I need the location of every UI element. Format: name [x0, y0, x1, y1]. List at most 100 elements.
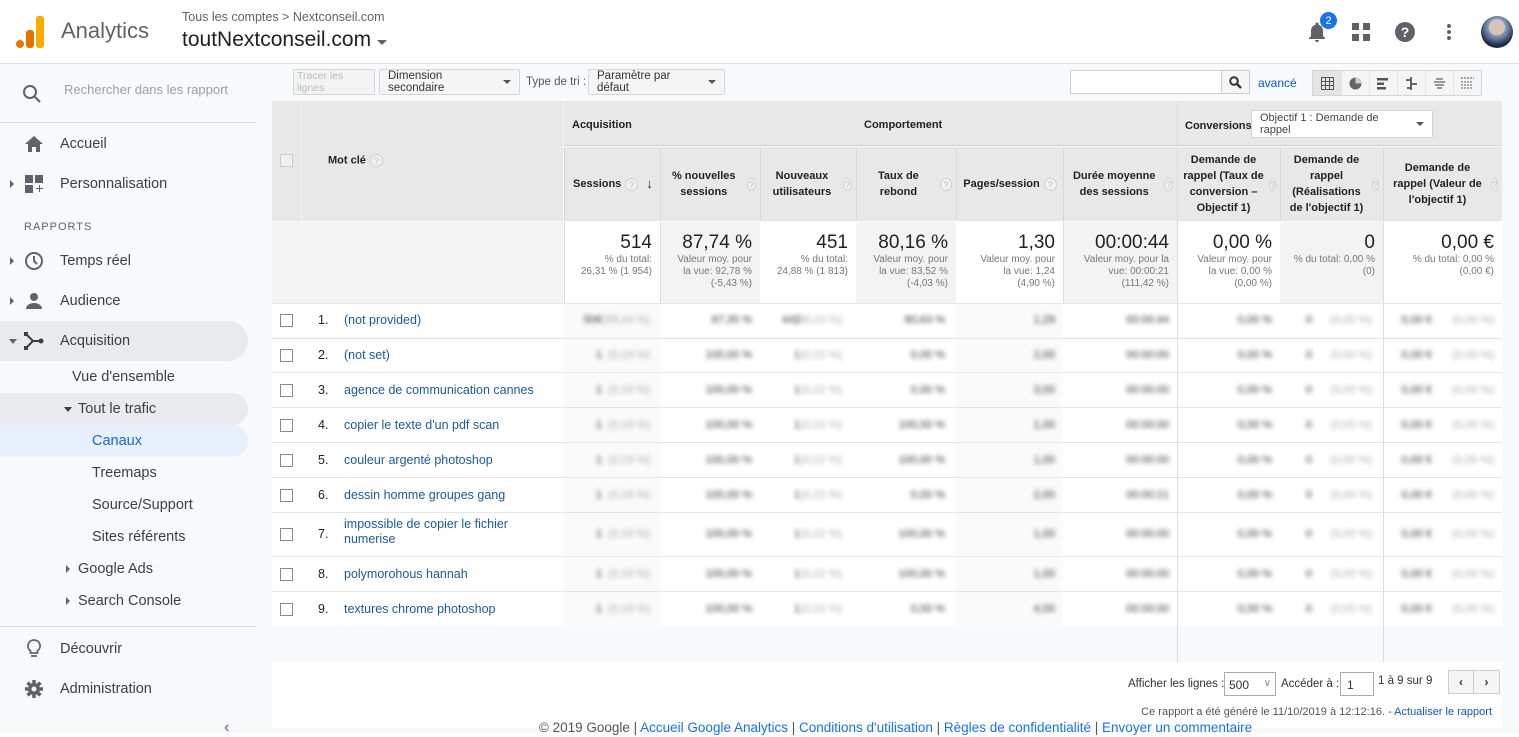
help-tooltip-icon[interactable]: ? [842, 177, 852, 191]
keyword-link[interactable]: textures chrome photoshop [344, 602, 554, 617]
help-button[interactable]: ? [1393, 20, 1417, 44]
help-tooltip-icon[interactable]: ? [625, 177, 639, 191]
keyword-link[interactable]: impossible de copier le fichier numerise [344, 517, 554, 547]
row-checkbox[interactable] [280, 528, 293, 541]
collapse-sidebar-chevron-icon[interactable]: ‹ [224, 719, 229, 737]
help-tooltip-icon[interactable]: ? [1043, 177, 1057, 191]
sidebar-item-sites-referents[interactable]: Sites référents [0, 521, 248, 553]
secondary-dimension-dropdown[interactable]: Dimension secondaire [379, 69, 520, 95]
keyword-link[interactable]: dessin homme groupes gang [344, 488, 554, 503]
row-checkbox[interactable] [280, 383, 293, 397]
sidebar-item-administration[interactable]: Administration [0, 669, 248, 709]
table-row: 4. copier le texte d'un pdf scan 1 (0,19 %)… [272, 407, 1502, 442]
column-header-new-users[interactable]: Nouveaux utilisateurs? [760, 147, 856, 221]
total-bounce-rate: 80,16 % Valeur moy. pour la vue: 83,52 % (-… [856, 222, 956, 303]
sidebar-item-google-ads[interactable]: Google Ads [0, 553, 248, 585]
sidebar-item-source-support[interactable]: Source/Support [0, 489, 248, 521]
plot-rows-button[interactable]: Tracer les lignes [293, 69, 375, 95]
performance-view-button[interactable] [1369, 71, 1397, 95]
help-tooltip-icon[interactable]: ? [746, 177, 756, 191]
keyword-link[interactable]: (not provided) [344, 313, 554, 328]
help-tooltip-icon[interactable]: ? [1490, 177, 1498, 191]
keyword-link[interactable]: couleur argenté photoshop [344, 453, 554, 468]
help-tooltip-icon[interactable]: ? [1371, 177, 1379, 191]
report-search-input[interactable] [64, 82, 244, 97]
column-header-pages-per-session[interactable]: Pages/session? [956, 147, 1063, 221]
row-checkbox[interactable] [280, 567, 293, 581]
avatar[interactable] [1481, 16, 1513, 48]
blurred-cell-value: (0,00 %) [1452, 349, 1494, 361]
advanced-filter-link[interactable]: avancé [1258, 76, 1297, 90]
column-header-goal-completions[interactable]: Demande de rappel (Réalisations de l'obj… [1280, 147, 1383, 221]
more-options-button[interactable] [1437, 20, 1461, 44]
sidebar-item-accueil[interactable]: Accueil [0, 124, 248, 164]
help-tooltip-icon[interactable]: ? [939, 177, 952, 191]
sidebar-item-canaux[interactable]: Canaux [0, 425, 248, 457]
blurred-cell-value: 100,00 % [705, 349, 752, 361]
keyword-link[interactable]: agence de communication cannes [344, 383, 554, 398]
keyword-link[interactable]: copier le texte d'un pdf scan [344, 418, 554, 433]
sidebar-item-personnalisation[interactable]: Personnalisation [0, 164, 248, 204]
next-page-button[interactable]: › [1474, 670, 1500, 694]
row-checkbox[interactable] [280, 349, 293, 362]
total-goal-value: 0,00 €% du total: 0,00 % (0,00 €) [1383, 222, 1502, 303]
column-header-pct-new-sessions[interactable]: % nouvelles sessions? [660, 147, 760, 221]
blurred-cell-value: (0,22 %) [800, 602, 842, 615]
sidebar-item-audience[interactable]: Audience [0, 281, 248, 321]
apps-button[interactable] [1349, 20, 1373, 44]
row-checkbox[interactable] [280, 488, 293, 502]
column-header-sessions[interactable]: Sessions? ↓ [564, 147, 660, 221]
table-view-button[interactable] [1313, 71, 1341, 95]
select-all-checkbox[interactable] [280, 154, 293, 167]
row-checkbox[interactable] [280, 602, 293, 616]
blurred-cell-value: (0,00 %) [1452, 383, 1494, 396]
sort-type-dropdown[interactable]: Paramètre par défaut [588, 69, 725, 95]
pie-view-button[interactable] [1341, 71, 1369, 95]
blurred-cell-value: 100,00 % [705, 418, 752, 431]
dimension-header[interactable]: Mot clé? [302, 101, 564, 221]
sidebar-item-decouvrir[interactable]: Découvrir [0, 629, 248, 669]
goto-page-input[interactable]: 1 [1340, 672, 1374, 696]
column-header-avg-session-duration[interactable]: Durée moyenne des sessions? [1063, 147, 1177, 221]
keyword-link[interactable]: polymorohous hannah [344, 567, 554, 582]
account-selector[interactable]: toutNextconseil.com [182, 28, 388, 52]
breadcrumb[interactable]: Tous les comptes > Nextconseil.com [182, 10, 385, 24]
row-checkbox[interactable] [280, 453, 293, 467]
term-cloud-view-button[interactable] [1425, 71, 1453, 95]
help-tooltip-icon[interactable]: ? [369, 154, 383, 167]
total-subtext: (0) [1362, 266, 1375, 277]
person-icon [24, 291, 44, 311]
sidebar-item-treemaps[interactable]: Treemaps [0, 457, 248, 489]
refresh-report-link[interactable]: Actualiser le rapport [1394, 706, 1492, 718]
table-search-input[interactable] [1070, 70, 1222, 94]
keyword-link[interactable]: (not set) [344, 348, 554, 363]
sidebar-item-temps-reel[interactable]: Temps réel [0, 241, 248, 281]
total-subtext: (0,00 %) [1234, 278, 1272, 289]
notifications-button[interactable]: 2 [1305, 12, 1337, 44]
bar-chart-icon [1377, 77, 1388, 89]
comparison-view-button[interactable] [1397, 71, 1425, 95]
goal-select-dropdown[interactable]: Objectif 1 : Demande de rappel [1251, 110, 1433, 138]
column-header-goal-value[interactable]: Demande de rappel (Valeur de l'objectif … [1383, 147, 1502, 221]
help-tooltip-icon[interactable]: ? [1268, 177, 1276, 191]
row-checkbox[interactable] [280, 418, 293, 432]
row-checkbox[interactable] [280, 314, 293, 327]
column-header-bounce-rate[interactable]: Taux de rebond? [856, 147, 956, 221]
blurred-cell-value: (0,00 %) [1330, 453, 1372, 466]
sidebar-item-search-console[interactable]: Search Console [0, 585, 248, 617]
column-header-goal-conversion-rate[interactable]: Demande de rappel (Taux de conversion – … [1177, 147, 1280, 221]
sort-type-label: Type de tri : [526, 76, 587, 88]
comparison-icon [1406, 76, 1417, 90]
group-header-behavior: Comportement [864, 119, 943, 131]
sidebar-item-tout-le-trafic[interactable]: Tout le trafic [0, 393, 248, 425]
rows-per-page-select[interactable]: 500 ∨ [1224, 672, 1276, 696]
sidebar-item-acquisition[interactable]: Acquisition [0, 321, 248, 361]
help-tooltip-icon[interactable]: ? [1164, 177, 1173, 191]
sidebar-item-label: Sites référents [92, 529, 186, 545]
sidebar-item-vue-ensemble[interactable]: Vue d'ensemble [0, 361, 248, 393]
blurred-cell-value: (0,00 %) [1452, 418, 1494, 431]
table-search-button[interactable] [1222, 70, 1250, 94]
prev-page-button[interactable]: ‹ [1448, 670, 1474, 694]
pivot-table-icon [1461, 76, 1474, 90]
pivot-view-button[interactable] [1453, 71, 1481, 95]
